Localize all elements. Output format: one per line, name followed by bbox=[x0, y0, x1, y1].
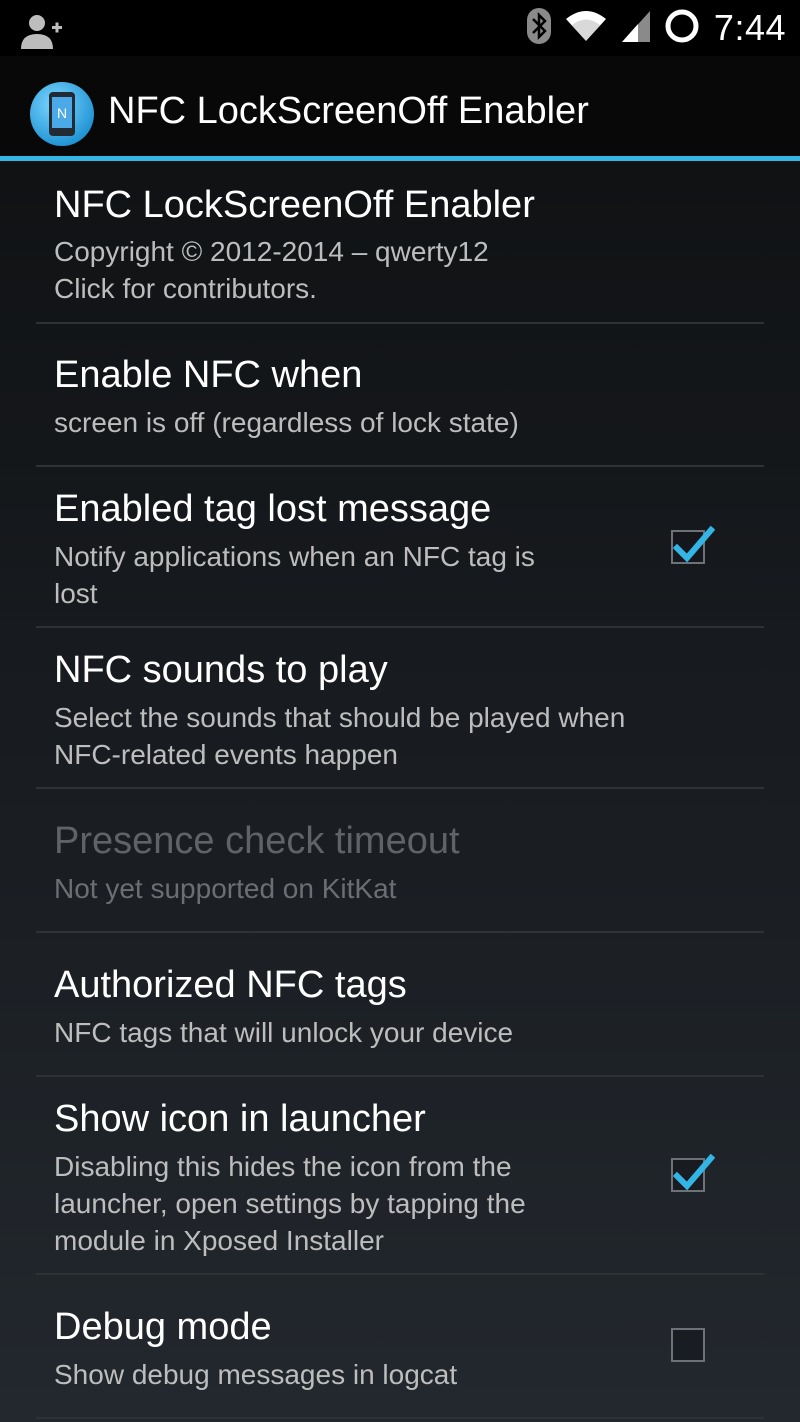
wifi-icon bbox=[564, 9, 608, 48]
pref-authorized-tags[interactable]: Authorized NFC tags NFC tags that will u… bbox=[0, 933, 800, 1076]
pref-summary: Click for contributors. bbox=[54, 273, 317, 304]
sync-icon bbox=[664, 8, 700, 49]
checkmark-icon bbox=[672, 1153, 715, 1191]
pref-summary: Not yet supported on KitKat bbox=[54, 873, 397, 904]
debug-mode-checkbox[interactable] bbox=[671, 1328, 705, 1362]
pref-summary: Copyright © 2012-2014 – qwerty12 bbox=[54, 236, 489, 267]
svg-text:N: N bbox=[57, 105, 67, 121]
pref-summary: NFC-related events happen bbox=[54, 739, 398, 770]
checkmark-icon bbox=[672, 525, 715, 563]
pref-presence-check-timeout: Presence check timeout Not yet supported… bbox=[0, 789, 800, 932]
pref-tag-lost-message[interactable]: Enabled tag lost message Notify applicat… bbox=[0, 467, 800, 627]
pref-summary: NFC tags that will unlock your device bbox=[54, 1017, 514, 1048]
tag-lost-checkbox[interactable] bbox=[671, 525, 715, 564]
pref-summary: Select the sounds that should be played … bbox=[54, 702, 626, 733]
status-bar: 7:44 bbox=[0, 0, 800, 56]
divider bbox=[36, 1417, 764, 1419]
pref-title: NFC sounds to play bbox=[54, 649, 388, 691]
pref-title: NFC LockScreenOff Enabler bbox=[54, 184, 535, 226]
status-clock: 7:44 bbox=[713, 7, 786, 48]
pref-nfc-sounds[interactable]: NFC sounds to play Select the sounds tha… bbox=[0, 628, 800, 788]
pref-summary: launcher, open settings by tapping the bbox=[54, 1188, 526, 1219]
pref-about[interactable]: NFC LockScreenOff Enabler Copyright © 20… bbox=[0, 161, 800, 323]
pref-debug-mode[interactable]: Debug mode Show debug messages in logcat bbox=[0, 1275, 800, 1418]
pref-title: Enabled tag lost message bbox=[54, 488, 492, 530]
pref-title: Enable NFC when bbox=[54, 354, 363, 396]
pref-summary: module in Xposed Installer bbox=[54, 1225, 384, 1256]
pref-show-launcher-icon[interactable]: Show icon in launcher Disabling this hid… bbox=[0, 1077, 800, 1274]
pref-summary: Notify applications when an NFC tag is bbox=[54, 541, 535, 572]
pref-summary: Disabling this hides the icon from the bbox=[54, 1151, 512, 1182]
pref-title: Debug mode bbox=[54, 1306, 272, 1348]
bluetooth-icon bbox=[526, 7, 552, 50]
pref-title: Authorized NFC tags bbox=[54, 964, 407, 1006]
pref-summary: lost bbox=[54, 578, 98, 609]
pref-title: Presence check timeout bbox=[54, 820, 460, 862]
launcher-icon-checkbox[interactable] bbox=[671, 1153, 715, 1192]
nfc-phone-app-icon[interactable]: N bbox=[28, 80, 96, 148]
app-title: NFC LockScreenOff Enabler bbox=[108, 90, 589, 132]
pref-summary: Show debug messages in logcat bbox=[54, 1359, 458, 1390]
pref-enable-nfc-when[interactable]: Enable NFC when screen is off (regardles… bbox=[0, 324, 800, 466]
signal-icon bbox=[620, 9, 652, 48]
pref-summary: screen is off (regardless of lock state) bbox=[54, 407, 519, 438]
add-user-icon bbox=[18, 12, 64, 50]
pref-title: Show icon in launcher bbox=[54, 1098, 426, 1140]
